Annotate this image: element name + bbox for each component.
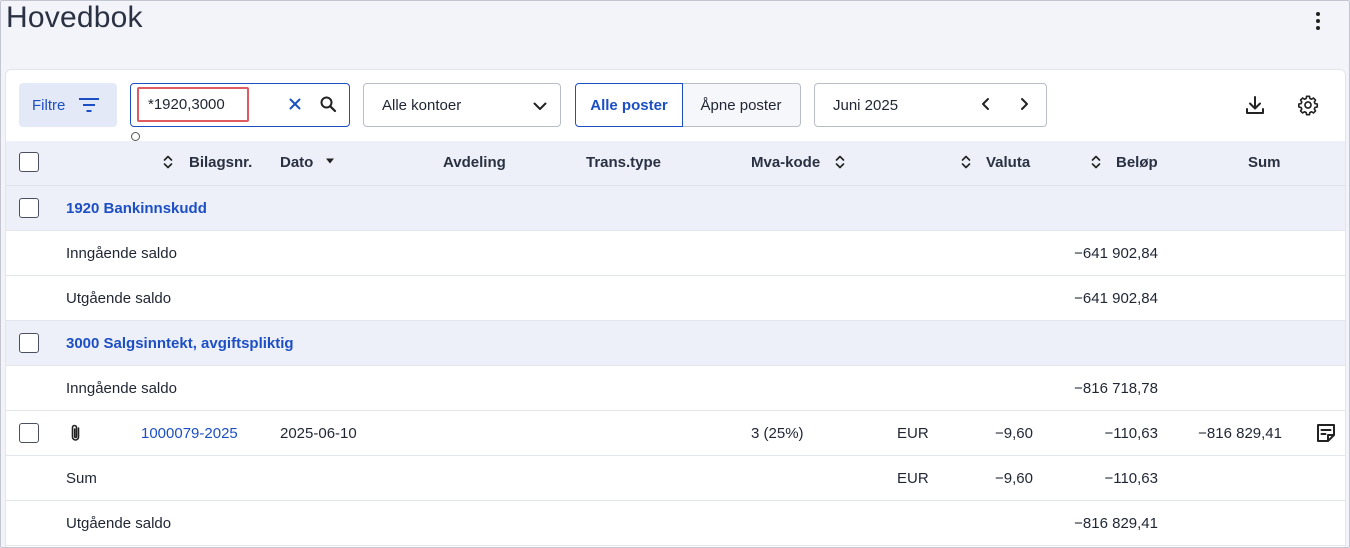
chevron-down-icon bbox=[533, 102, 547, 110]
search-icon[interactable] bbox=[319, 95, 337, 113]
app-frame: Hovedbok Filtre Alle kontoer Alle poster… bbox=[0, 0, 1350, 548]
entry-vat-code: 3 (25%) bbox=[751, 425, 804, 442]
tab-all-entries[interactable]: Alle poster bbox=[575, 83, 683, 127]
voucher-link[interactable]: 1000079-2025 bbox=[141, 425, 238, 442]
sort-icon[interactable] bbox=[835, 154, 845, 170]
row-checkbox[interactable] bbox=[19, 198, 39, 218]
opening-balance-amount: −641 902,84 bbox=[1074, 245, 1158, 262]
sum-amount: −110,63 bbox=[1104, 470, 1158, 487]
sort-icon[interactable] bbox=[961, 154, 971, 170]
closing-balance-label: Utgående saldo bbox=[66, 515, 172, 532]
col-belop[interactable]: Beløp bbox=[1116, 154, 1158, 171]
sort-desc-icon[interactable] bbox=[325, 158, 335, 164]
opening-balance-label: Inngående saldo bbox=[66, 245, 177, 262]
entry-date: 2025-06-10 bbox=[280, 425, 357, 442]
chevron-left-icon[interactable] bbox=[977, 95, 995, 113]
closing-balance-label: Utgående saldo bbox=[66, 290, 172, 307]
filter-icon bbox=[79, 98, 100, 112]
row-checkbox[interactable] bbox=[19, 333, 39, 353]
period-label: Juni 2025 bbox=[833, 96, 899, 114]
sum-currency-code: EUR bbox=[897, 470, 929, 487]
sum-label: Sum bbox=[66, 470, 97, 487]
sort-icon[interactable] bbox=[1091, 154, 1101, 170]
accounts-select[interactable]: Alle kontoer bbox=[363, 83, 561, 127]
resize-handle[interactable] bbox=[131, 132, 140, 141]
gear-icon[interactable] bbox=[1297, 94, 1319, 116]
search-input[interactable] bbox=[148, 93, 248, 115]
opening-balance-label: Inngående saldo bbox=[66, 380, 177, 397]
entry-amount: −110,63 bbox=[1104, 425, 1158, 442]
row-checkbox[interactable] bbox=[19, 423, 39, 443]
filter-button-label: Filtre bbox=[32, 96, 66, 114]
sort-icon[interactable] bbox=[163, 154, 173, 170]
closing-balance-amount: −816 829,41 bbox=[1074, 515, 1158, 532]
entry-currency-code: EUR bbox=[897, 425, 929, 442]
col-transtype[interactable]: Trans.type bbox=[586, 154, 661, 171]
page-title: Hovedbok bbox=[6, 1, 143, 34]
col-bilagsnr[interactable]: Bilagsnr. bbox=[189, 154, 252, 171]
col-sum: Sum bbox=[1248, 154, 1281, 171]
close-icon[interactable] bbox=[287, 96, 303, 112]
col-dato[interactable]: Dato bbox=[280, 154, 313, 171]
period-picker[interactable]: Juni 2025 bbox=[814, 83, 1047, 127]
col-avdeling[interactable]: Avdeling bbox=[443, 154, 506, 171]
select-all-checkbox[interactable] bbox=[19, 152, 39, 172]
opening-balance-amount: −816 718,78 bbox=[1074, 380, 1158, 397]
account-link[interactable]: 1920 Bankinnskudd bbox=[66, 200, 207, 217]
paperclip-icon[interactable] bbox=[68, 423, 84, 443]
chevron-right-icon[interactable] bbox=[1015, 95, 1033, 113]
col-mvakode[interactable]: Mva-kode bbox=[751, 154, 820, 171]
entry-sum: −816 829,41 bbox=[1198, 425, 1282, 442]
note-icon[interactable] bbox=[1315, 422, 1337, 444]
filter-button[interactable]: Filtre bbox=[19, 83, 117, 127]
sum-currency-amount: −9,60 bbox=[995, 470, 1033, 487]
entry-currency-amount: −9,60 bbox=[995, 425, 1033, 442]
accounts-select-value: Alle kontoer bbox=[382, 96, 462, 114]
tab-open-entries[interactable]: Åpne poster bbox=[682, 83, 801, 127]
closing-balance-amount: −641 902,84 bbox=[1074, 290, 1158, 307]
col-valuta[interactable]: Valuta bbox=[986, 154, 1030, 171]
kebab-menu-icon[interactable] bbox=[1308, 9, 1328, 33]
download-icon[interactable] bbox=[1244, 94, 1266, 116]
account-link[interactable]: 3000 Salgsinntekt, avgiftspliktig bbox=[66, 335, 294, 352]
